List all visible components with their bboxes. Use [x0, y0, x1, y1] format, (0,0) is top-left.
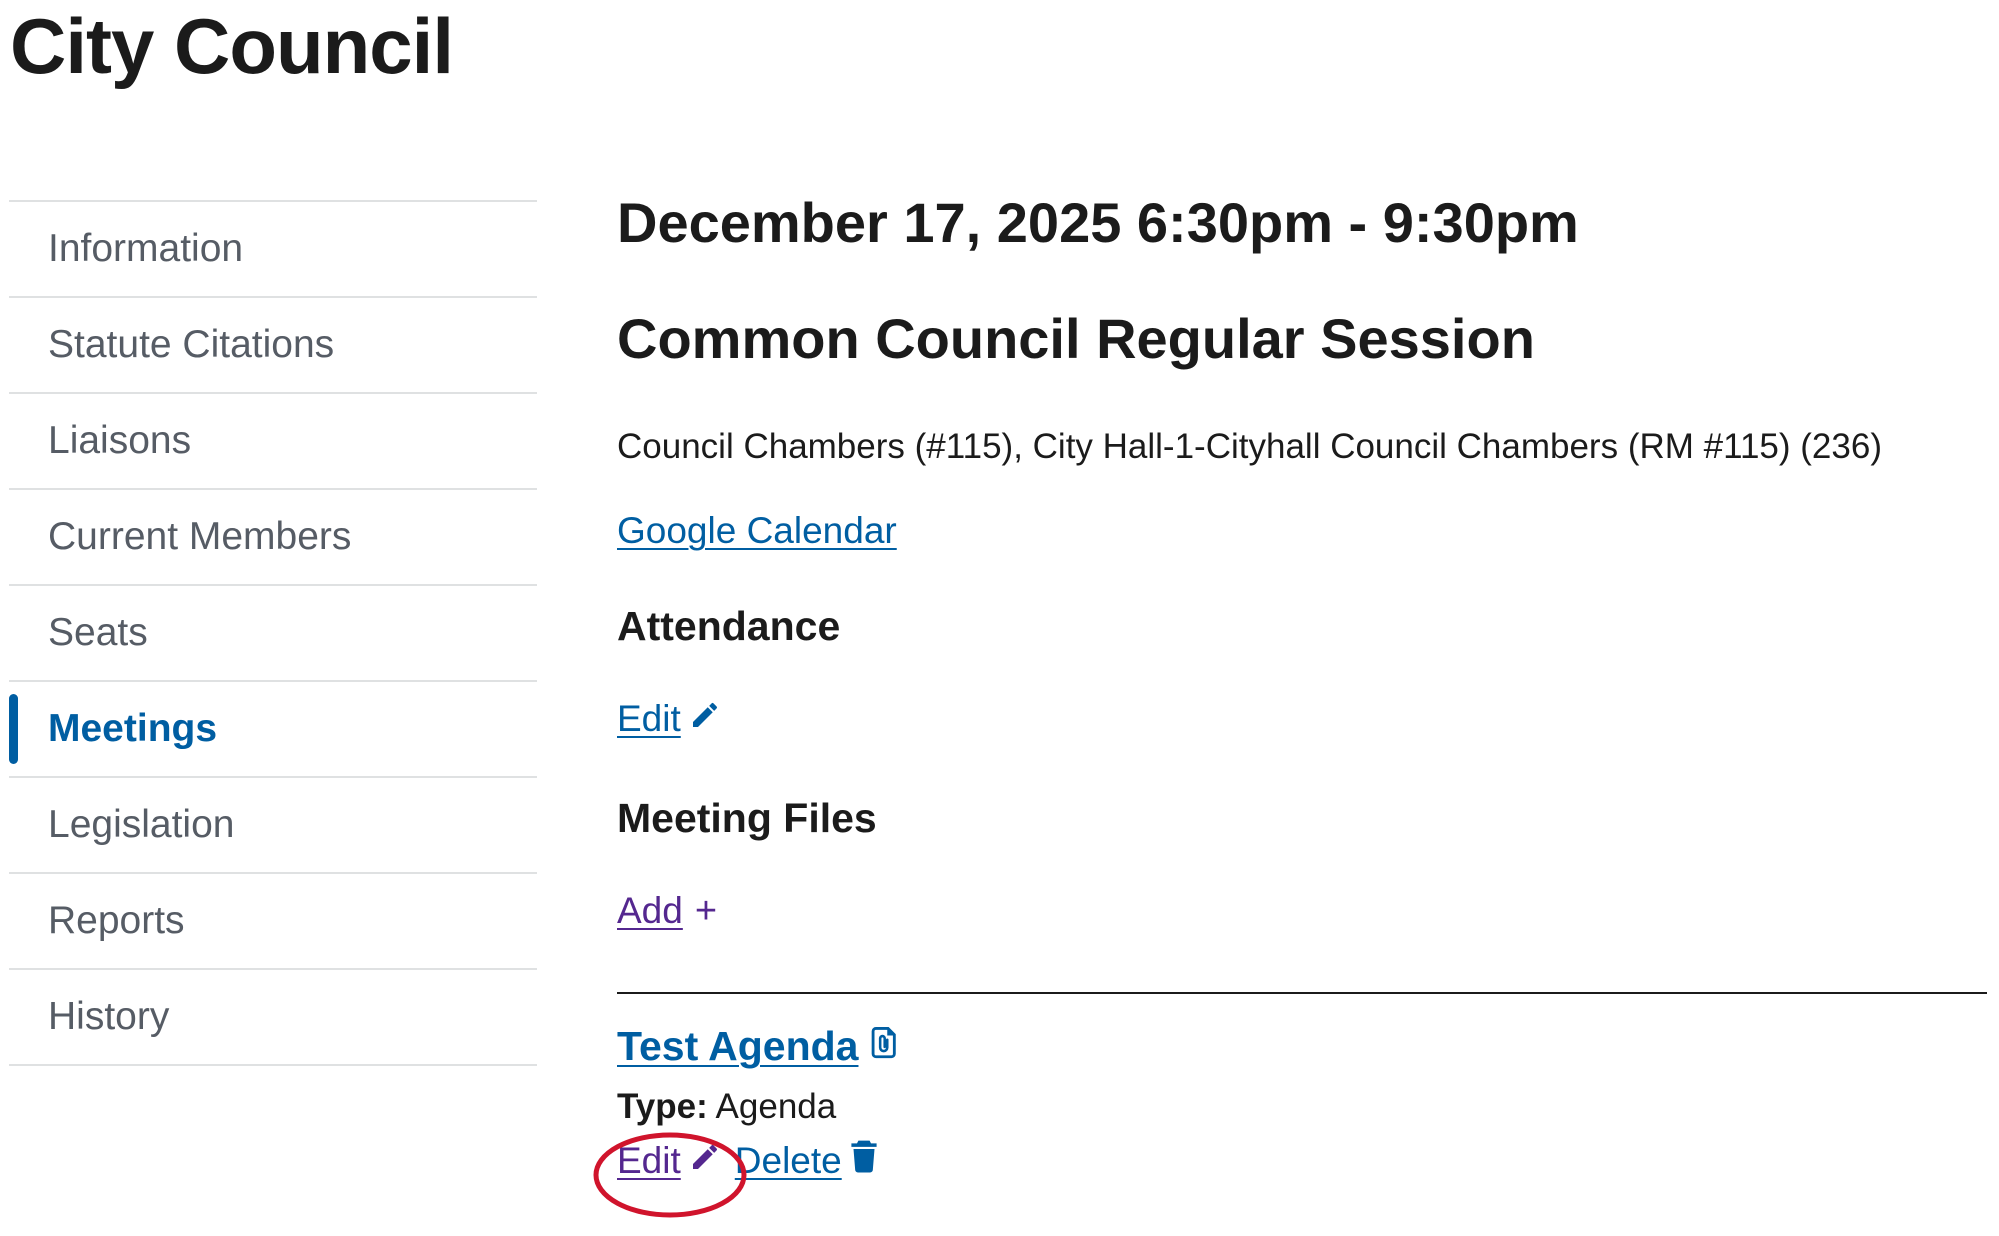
file-type-label: Type: [617, 1087, 708, 1126]
sidebar-nav: Information Statute Citations Liaisons C… [9, 200, 537, 1066]
plus-icon[interactable]: + [695, 888, 717, 934]
file-type-value: Agenda [715, 1087, 837, 1126]
file-edit-link[interactable]: Edit [617, 1138, 721, 1184]
meeting-datetime: December 17, 2025 6:30pm - 9:30pm [617, 191, 1579, 254]
sidebar-item-label: Seats [48, 611, 148, 654]
file-item: Test Agenda [617, 1018, 900, 1074]
meeting-files-heading: Meeting Files [617, 795, 877, 841]
add-file-link[interactable]: Add + [617, 888, 717, 934]
sidebar-item-label: Current Members [48, 515, 352, 558]
sidebar-item-legislation[interactable]: Legislation [9, 778, 537, 874]
meeting-location: Council Chambers (#115), City Hall-1-Cit… [617, 427, 1882, 466]
attendance-heading: Attendance [617, 603, 841, 649]
page-title: City Council [10, 2, 454, 90]
file-type: Type: Agenda [617, 1084, 836, 1130]
sidebar-item-current-members[interactable]: Current Members [9, 490, 537, 586]
file-title-link[interactable]: Test Agenda [617, 1018, 858, 1074]
add-file-label[interactable]: Add [617, 888, 683, 934]
sidebar-item-meetings[interactable]: Meetings [9, 682, 537, 778]
sidebar-item-label: History [48, 995, 170, 1038]
attachment-icon[interactable] [866, 1024, 900, 1069]
sidebar-item-label: Reports [48, 899, 185, 942]
sidebar-item-label: Information [48, 227, 244, 270]
trash-icon[interactable] [850, 1138, 878, 1184]
sidebar-item-information[interactable]: Information [9, 202, 537, 298]
file-edit-label[interactable]: Edit [617, 1138, 681, 1184]
sidebar-item-statute-citations[interactable]: Statute Citations [9, 298, 537, 394]
google-calendar-link[interactable]: Google Calendar [617, 508, 897, 554]
pencil-icon[interactable] [689, 1138, 721, 1184]
attendance-edit-label[interactable]: Edit [617, 696, 681, 742]
divider [617, 992, 1987, 994]
sidebar-item-label: Legislation [48, 803, 235, 846]
sidebar-item-liaisons[interactable]: Liaisons [9, 394, 537, 490]
sidebar-item-label: Meetings [48, 707, 218, 750]
file-delete-label[interactable]: Delete [735, 1138, 842, 1184]
file-delete-link[interactable]: Delete [735, 1138, 878, 1184]
pencil-icon[interactable] [689, 696, 721, 742]
sidebar-item-history[interactable]: History [9, 970, 537, 1066]
attendance-edit-link[interactable]: Edit [617, 696, 721, 742]
sidebar-item-label: Statute Citations [48, 323, 335, 366]
sidebar-item-label: Liaisons [48, 419, 192, 462]
file-actions: Edit Delete [617, 1138, 878, 1184]
sidebar-item-seats[interactable]: Seats [9, 586, 537, 682]
sidebar-item-reports[interactable]: Reports [9, 874, 537, 970]
meeting-title: Common Council Regular Session [617, 307, 1535, 370]
